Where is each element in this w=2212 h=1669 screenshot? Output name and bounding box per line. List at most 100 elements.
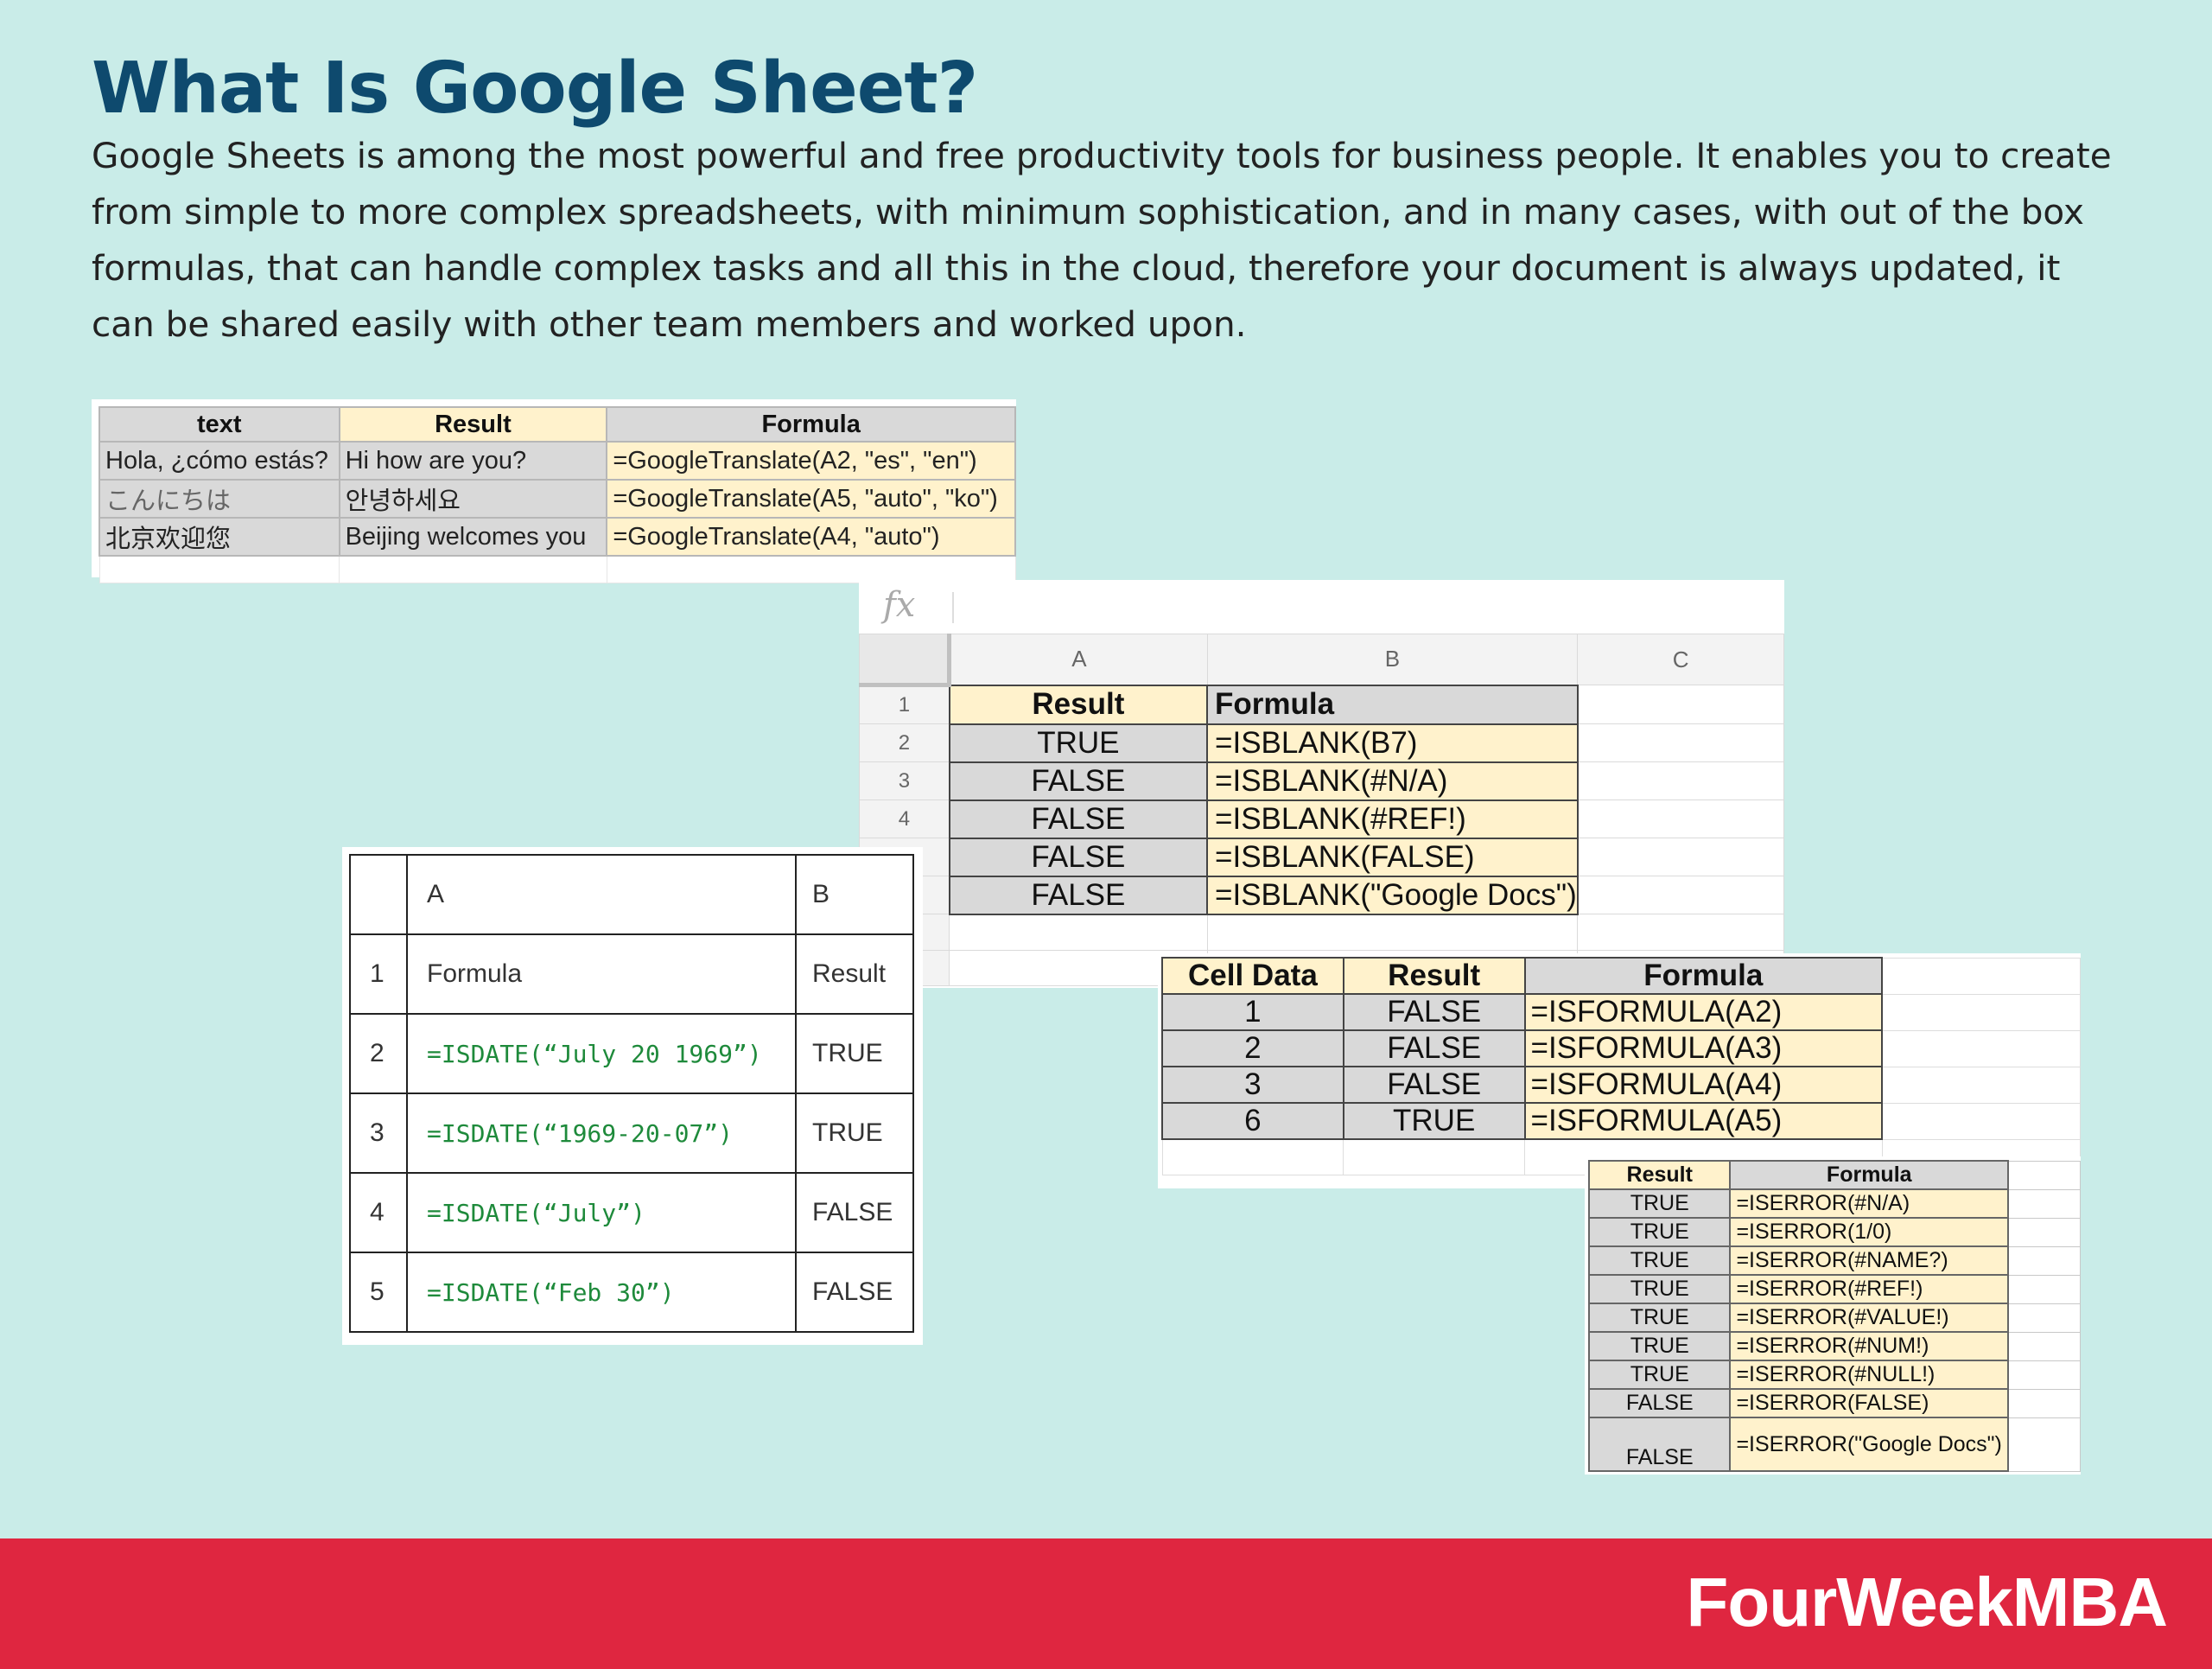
header-cell[interactable]: Result xyxy=(1587,1160,1732,1190)
formula-cell[interactable]: =ISFORMULA(A2) xyxy=(1523,993,1884,1031)
empty-cell[interactable] xyxy=(1577,799,1784,838)
header-cell[interactable]: Result xyxy=(948,684,1209,725)
result-cell[interactable]: TRUE xyxy=(1587,1303,1732,1333)
empty-cell[interactable] xyxy=(2007,1331,2082,1361)
formula-cell[interactable]: =ISBLANK(FALSE) xyxy=(1206,837,1579,877)
empty-cell[interactable] xyxy=(2007,1388,2082,1418)
data-cell[interactable]: 3 xyxy=(1161,1066,1344,1104)
isdate-table: A B 1 Formula Result 2 =ISDATE(“July 20 … xyxy=(349,854,914,1333)
empty-cell[interactable] xyxy=(2007,1360,2082,1390)
empty-cell[interactable] xyxy=(1881,993,2082,1031)
header-cell[interactable]: Cell Data xyxy=(1161,957,1344,995)
formula-cell[interactable]: =ISERROR(#REF!) xyxy=(1729,1274,2010,1304)
formula-cell[interactable]: =ISBLANK(B7) xyxy=(1206,723,1579,763)
result-cell[interactable]: FALSE xyxy=(948,875,1209,915)
data-cell[interactable]: 2 xyxy=(1161,1029,1344,1067)
empty-cell[interactable] xyxy=(1881,1066,2082,1104)
table-cell[interactable]: 안녕하세요 xyxy=(338,479,608,519)
table-cell[interactable]: Hola, ¿cómo estás? xyxy=(99,441,340,481)
empty-cell[interactable] xyxy=(1881,957,2082,995)
formula-cell[interactable]: =ISERROR(#VALUE!) xyxy=(1729,1303,2010,1333)
formula-cell[interactable]: =ISBLANK("Google Docs") xyxy=(1206,875,1579,915)
header-cell[interactable]: Formula xyxy=(1729,1160,2010,1190)
formula-cell[interactable]: =ISERROR("Google Docs") xyxy=(1729,1417,2010,1472)
formula-cell[interactable]: =ISBLANK(#N/A) xyxy=(1206,761,1579,801)
iserror-table-panel: Result Formula TRUE =ISERROR(#N/A) TRUE … xyxy=(1585,1156,2082,1475)
column-header-a[interactable]: A xyxy=(949,634,1208,685)
formula-cell: =ISDATE(“Feb 30”) xyxy=(406,1252,797,1333)
result-cell[interactable]: FALSE xyxy=(948,761,1209,801)
table-cell[interactable]: =GoogleTranslate(A5, "auto", "ko") xyxy=(606,479,1016,519)
data-cell[interactable]: 1 xyxy=(1161,993,1344,1031)
empty-cell[interactable] xyxy=(2007,1245,2082,1276)
result-cell[interactable]: FALSE xyxy=(1587,1417,1732,1472)
empty-cell[interactable] xyxy=(1206,914,1579,951)
empty-cell[interactable] xyxy=(1577,914,1784,951)
row-number[interactable]: 2 xyxy=(859,723,950,762)
table-cell[interactable]: 北京欢迎您 xyxy=(99,517,340,557)
formula-cell[interactable]: =ISERROR(#NAME?) xyxy=(1729,1245,2010,1276)
result-cell[interactable]: FALSE xyxy=(1342,993,1526,1031)
result-cell[interactable]: TRUE xyxy=(1342,1102,1526,1140)
formula-cell[interactable]: =ISERROR(1/0) xyxy=(1729,1217,2010,1247)
empty-cell[interactable] xyxy=(1161,1138,1344,1175)
column-header-c[interactable]: C xyxy=(1577,634,1784,685)
empty-cell[interactable] xyxy=(99,555,340,583)
result-cell[interactable]: FALSE xyxy=(948,799,1209,839)
table-cell[interactable]: Hi how are you? xyxy=(338,441,608,481)
empty-cell[interactable] xyxy=(2007,1417,2082,1472)
empty-cell[interactable] xyxy=(2007,1217,2082,1247)
header-cell[interactable]: Formula xyxy=(1206,684,1579,725)
result-cell[interactable]: FALSE xyxy=(948,837,1209,877)
empty-cell[interactable] xyxy=(1577,685,1784,724)
data-cell[interactable]: 6 xyxy=(1161,1102,1344,1140)
result-cell[interactable]: TRUE xyxy=(1587,1331,1732,1361)
brand-logo: FourWeekMBA xyxy=(1686,1564,2168,1640)
result-cell[interactable]: FALSE xyxy=(1587,1388,1732,1418)
formula-cell[interactable]: =ISERROR(#NULL!) xyxy=(1729,1360,2010,1390)
empty-row xyxy=(99,555,1016,583)
result-cell[interactable]: FALSE xyxy=(1342,1029,1526,1067)
empty-cell[interactable] xyxy=(2007,1188,2082,1219)
empty-cell[interactable] xyxy=(1881,1102,2082,1140)
table-cell[interactable]: =GoogleTranslate(A4, "auto") xyxy=(606,517,1016,557)
formula-cell[interactable]: =ISERROR(#N/A) xyxy=(1729,1188,2010,1219)
empty-cell[interactable] xyxy=(1577,838,1784,876)
header-cell: text xyxy=(99,406,340,443)
result-cell[interactable]: TRUE xyxy=(1587,1274,1732,1304)
result-cell[interactable]: TRUE xyxy=(948,723,1209,763)
header-cell[interactable]: Formula xyxy=(1523,957,1884,995)
result-cell[interactable]: TRUE xyxy=(1587,1245,1732,1276)
empty-cell[interactable] xyxy=(606,555,1016,583)
empty-cell[interactable] xyxy=(2007,1160,2082,1190)
table-cell[interactable]: Beijing welcomes you xyxy=(338,517,608,557)
result-cell[interactable]: TRUE xyxy=(1587,1188,1732,1219)
row-number[interactable]: 4 xyxy=(859,799,950,838)
empty-cell[interactable] xyxy=(339,555,607,583)
select-all-corner[interactable] xyxy=(859,634,952,687)
empty-cell[interactable] xyxy=(1343,1138,1526,1175)
empty-cell[interactable] xyxy=(1577,761,1784,800)
result-cell[interactable]: FALSE xyxy=(1342,1066,1526,1104)
empty-cell[interactable] xyxy=(2007,1274,2082,1304)
formula-cell[interactable]: =ISFORMULA(A3) xyxy=(1523,1029,1884,1067)
column-header-b[interactable]: B xyxy=(1206,634,1579,685)
row-number[interactable]: 1 xyxy=(859,685,950,724)
formula-cell[interactable]: =ISERROR(FALSE) xyxy=(1729,1388,2010,1418)
formula-bar[interactable]: fx xyxy=(859,580,1784,635)
formula-cell[interactable]: =ISFORMULA(A5) xyxy=(1523,1102,1884,1140)
table-cell[interactable]: こんにちは xyxy=(99,479,340,519)
result-cell[interactable]: TRUE xyxy=(1587,1360,1732,1390)
formula-cell[interactable]: =ISBLANK(#REF!) xyxy=(1206,799,1579,839)
formula-cell[interactable]: =ISERROR(#NUM!) xyxy=(1729,1331,2010,1361)
empty-cell[interactable] xyxy=(949,914,1208,951)
row-number[interactable]: 3 xyxy=(859,761,950,800)
formula-cell[interactable]: =ISFORMULA(A4) xyxy=(1523,1066,1884,1104)
header-cell[interactable]: Result xyxy=(1342,957,1526,995)
empty-cell[interactable] xyxy=(1881,1029,2082,1067)
empty-cell[interactable] xyxy=(1577,723,1784,762)
empty-cell[interactable] xyxy=(1577,876,1784,914)
table-cell[interactable]: =GoogleTranslate(A2, "es", "en") xyxy=(606,441,1016,481)
result-cell[interactable]: TRUE xyxy=(1587,1217,1732,1247)
empty-cell[interactable] xyxy=(2007,1303,2082,1333)
